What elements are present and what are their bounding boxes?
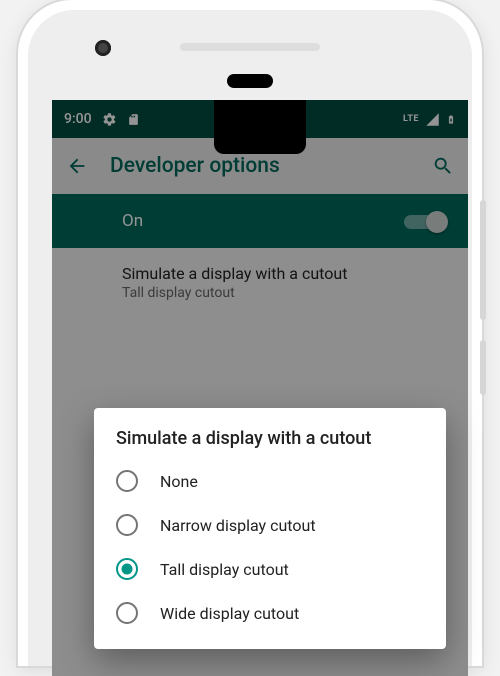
earpiece-speaker <box>180 43 320 51</box>
option-tall[interactable]: Tall display cutout <box>94 547 446 591</box>
radio-icon <box>116 602 138 624</box>
option-none[interactable]: None <box>94 459 446 503</box>
cutout-dialog: Simulate a display with a cutout None Na… <box>94 408 446 649</box>
display-notch <box>214 100 306 154</box>
option-label: Tall display cutout <box>160 560 289 579</box>
radio-icon <box>116 470 138 492</box>
option-label: Wide display cutout <box>160 604 299 623</box>
front-camera <box>95 40 111 56</box>
dialog-title: Simulate a display with a cutout <box>94 428 446 459</box>
radio-icon <box>116 558 138 580</box>
radio-icon <box>116 514 138 536</box>
option-wide[interactable]: Wide display cutout <box>94 591 446 635</box>
power-button <box>480 340 486 395</box>
volume-rocker <box>480 200 486 320</box>
proximity-sensor <box>227 74 273 88</box>
option-label: Narrow display cutout <box>160 516 316 535</box>
option-narrow[interactable]: Narrow display cutout <box>94 503 446 547</box>
option-label: None <box>160 472 198 491</box>
